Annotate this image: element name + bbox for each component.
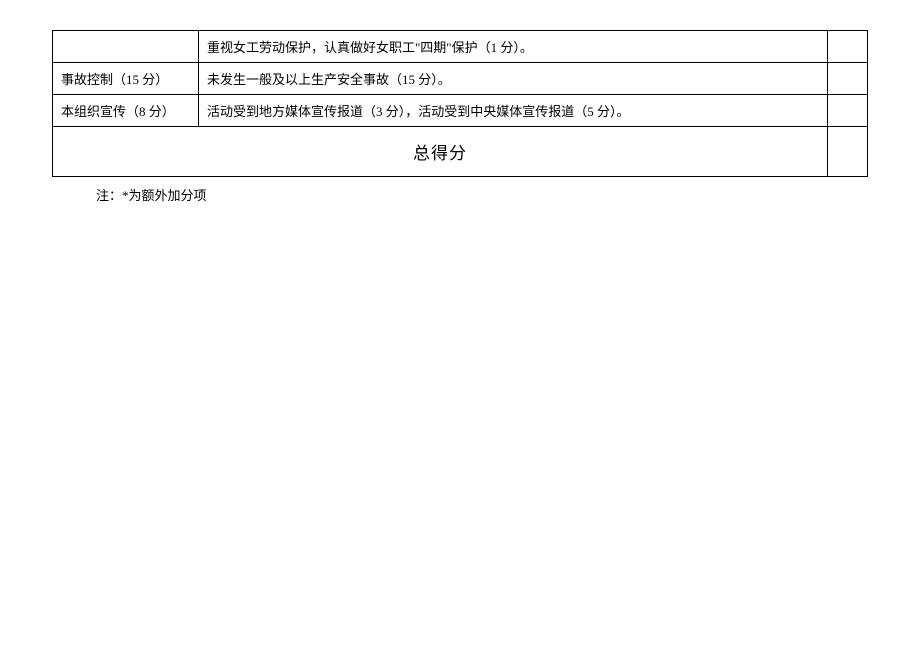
row-score	[828, 63, 868, 95]
scoring-table: 重视女工劳动保护，认真做好女职工"四期"保护（1 分）。 事故控制（15 分） …	[52, 30, 868, 177]
table-row: 本组织宣传（8 分） 活动受到地方媒体宣传报道（3 分），活动受到中央媒体宣传报…	[53, 95, 868, 127]
total-row: 总得分	[53, 127, 868, 177]
total-score	[828, 127, 868, 177]
row-content: 重视女工劳动保护，认真做好女职工"四期"保护（1 分）。	[199, 31, 828, 63]
row-content: 未发生一般及以上生产安全事故（15 分）。	[199, 63, 828, 95]
table-row: 事故控制（15 分） 未发生一般及以上生产安全事故（15 分）。	[53, 63, 868, 95]
table-row: 重视女工劳动保护，认真做好女职工"四期"保护（1 分）。	[53, 31, 868, 63]
row-label: 本组织宣传（8 分）	[53, 95, 199, 127]
row-content: 活动受到地方媒体宣传报道（3 分），活动受到中央媒体宣传报道（5 分）。	[199, 95, 828, 127]
row-score	[828, 31, 868, 63]
row-score	[828, 95, 868, 127]
total-label: 总得分	[53, 127, 828, 177]
row-label	[53, 31, 199, 63]
footnote: 注：*为额外加分项	[96, 185, 868, 204]
row-label: 事故控制（15 分）	[53, 63, 199, 95]
